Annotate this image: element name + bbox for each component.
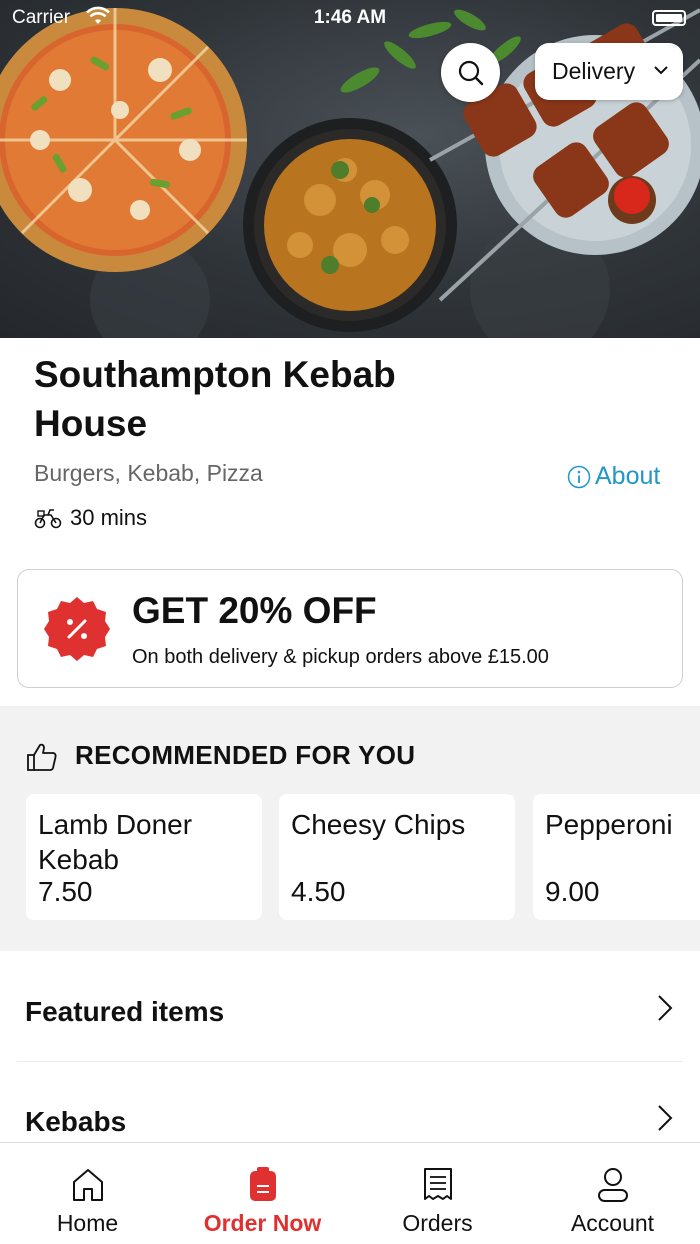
- tab-home[interactable]: Home: [0, 1143, 175, 1244]
- tab-orders[interactable]: Orders: [350, 1143, 525, 1244]
- recommended-card[interactable]: Lamb Doner Kebab 7.50: [26, 794, 262, 920]
- battery-icon: [652, 10, 686, 26]
- offer-headline: GET 20% OFF: [132, 590, 377, 631]
- home-icon: [72, 1169, 103, 1201]
- percent-badge-icon: [44, 597, 110, 661]
- chevron-right-icon: [658, 995, 673, 1021]
- recommended-section: RECOMMENDED FOR YOU Lamb Doner Kebab 7.5…: [0, 706, 700, 951]
- offer-banner[interactable]: GET 20% OFF On both delivery & pickup or…: [17, 569, 683, 688]
- about-label: About: [595, 462, 661, 490]
- item-name: Cheesy Chips: [291, 809, 466, 840]
- restaurant-cuisines: Burgers, Kebab, Pizza: [34, 460, 263, 486]
- thumbs-up-icon: [27, 743, 57, 771]
- item-name: Pepperoni: [545, 809, 673, 840]
- menu-section-row[interactable]: Featured items: [0, 952, 700, 1062]
- item-name: Lamb Doner Kebab: [38, 809, 193, 875]
- delivery-time: 30 mins: [34, 505, 147, 531]
- delivery-time-value: 30 mins: [70, 505, 148, 530]
- order-icon: [249, 1167, 276, 1201]
- search-button[interactable]: [441, 43, 500, 102]
- tab-order-now[interactable]: Order Now: [175, 1143, 350, 1244]
- bottom-tab-bar: Home Order Now Orders Account: [0, 1142, 700, 1244]
- order-mode-label: Delivery: [552, 58, 636, 84]
- menu-section-row[interactable]: Kebabs: [0, 1062, 700, 1142]
- tab-label: Account: [570, 1210, 655, 1236]
- info-icon: [567, 465, 591, 488]
- item-price: 9.00: [545, 876, 600, 907]
- about-link[interactable]: About: [567, 462, 660, 491]
- recommended-card[interactable]: Cheesy Chips 4.50: [279, 794, 515, 920]
- status-bar: Carrier 1:46 AM: [0, 0, 700, 36]
- chevron-down-icon: [654, 66, 668, 75]
- menu-section-label: Featured items: [25, 996, 225, 1027]
- recommended-card[interactable]: Pepperoni 9.00: [533, 794, 700, 920]
- order-mode-dropdown[interactable]: Delivery: [535, 43, 683, 100]
- menu-section-label: Kebabs: [25, 1106, 127, 1137]
- hero-banner: Carrier 1:46 AM Delivery: [0, 0, 700, 338]
- tab-label: Orders: [402, 1210, 473, 1236]
- tab-label: Order Now: [203, 1210, 322, 1236]
- offer-details: On both delivery & pickup orders above £…: [132, 646, 549, 668]
- tab-label: Home: [56, 1210, 119, 1236]
- receipt-icon: [423, 1168, 452, 1200]
- chevron-right-icon: [658, 1105, 673, 1131]
- tab-account[interactable]: Account: [525, 1143, 700, 1244]
- item-price: 7.50: [38, 876, 93, 907]
- status-time: 1:46 AM: [313, 7, 387, 28]
- recommended-title: RECOMMENDED FOR YOU: [75, 740, 416, 770]
- scooter-icon: [34, 509, 62, 529]
- item-price: 4.50: [291, 876, 346, 907]
- user-icon: [597, 1168, 628, 1202]
- restaurant-name: Southampton Kebab House: [34, 354, 396, 444]
- search-icon: [458, 60, 483, 85]
